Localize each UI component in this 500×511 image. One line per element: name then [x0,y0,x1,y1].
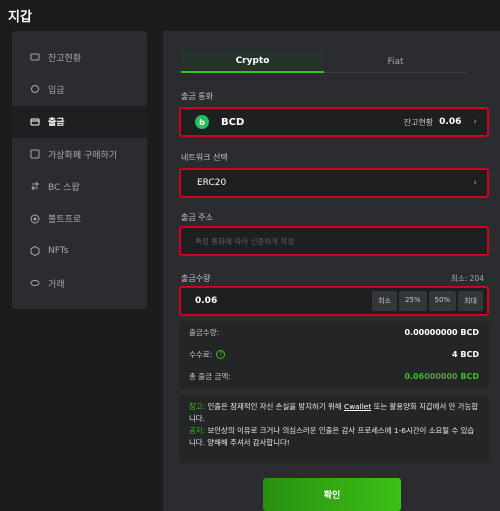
currency-label: 출금 통화 [181,92,213,101]
summary-total-value: 0.06000000 BCD [404,371,479,381]
network-value: ERC20 [197,178,227,188]
address-input[interactable]: 특정 통화에 따라 신중하게 작성 [179,226,489,256]
buy-crypto-icon [30,149,40,159]
sidebar-item-label: 볼트프로 [48,215,82,226]
deposit-icon [30,84,40,94]
withdraw-panel: Crypto Fiat 출금 통화 b BCD 잔고현황 0.06 › 네트워크… [163,31,500,511]
sidebar-item-withdraw[interactable]: 출금 [12,105,147,138]
sidebar-item-bc-swap[interactable]: BC 스왑 [12,170,147,202]
min-button[interactable]: 최소 [372,291,397,311]
sidebar-item-deposit[interactable]: 입금 [12,73,147,105]
address-placeholder: 특정 통화에 따라 신중하게 작성 [195,236,295,246]
confirm-button[interactable]: 확인 [263,478,401,511]
sidebar-item-vault-pro[interactable]: 볼트프로 [12,202,147,234]
bcd-coin-icon: b [195,115,209,129]
notice-reference: 참고: 인출은 잠재적인 자신 손실을 방지하기 위해 Cwallet 또는 활… [189,402,479,423]
sidebar-item-balance[interactable]: 잔고현황 [12,41,147,73]
network-select[interactable]: ERC20 › [179,168,489,198]
summary-amount-row: 출금수량: 0.00000000 BCD [179,321,489,343]
wallet-sidebar: 잔고현황 입금 출금 가상화폐 구매하기 BC 스왑 볼트프로 NFTs 거래 [12,31,147,309]
page-title: 지갑 [8,10,32,25]
25-percent-button[interactable]: 25% [398,291,427,311]
currency-type-tabs: Crypto Fiat [181,51,467,73]
sidebar-item-transactions[interactable]: 거래 [12,267,147,299]
sidebar-item-label: 가상화폐 구매하기 [48,150,118,161]
sidebar-item-nfts[interactable]: NFTs [12,235,147,267]
swap-icon [30,181,40,191]
summary-fee-label: 수수료: [189,349,213,359]
summary-total-row: 총 출금 금액: 0.06000000 BCD [179,365,489,387]
summary-fee-row: 수수료: ? 4 BCD [179,343,489,365]
withdraw-summary: 출금수량: 0.00000000 BCD 수수료: ? 4 BCD 총 출금 금… [179,321,489,389]
sidebar-item-label: BC 스왑 [48,182,80,193]
sidebar-item-label: NFTs [48,245,69,256]
balance-label: 잔고현황 [403,117,434,127]
tab-crypto[interactable]: Crypto [181,51,324,73]
sidebar-item-label: 출금 [48,118,65,129]
summary-amount-value: 0.00000000 BCD [404,327,479,337]
balance-value: 0.06 [439,117,462,127]
amount-preset-group: 최소 25% 50% 최대 [372,291,483,311]
amount-label: 출금수량 [181,274,211,283]
withdraw-icon [30,117,40,127]
chevron-right-icon: › [473,117,477,127]
withdraw-notice: 참고: 인출은 잠재적인 자신 손실을 방지하기 위해 Cwallet 또는 활… [179,395,489,463]
address-label: 출금 주소 [181,213,213,222]
max-button[interactable]: 최대 [458,291,483,311]
coin-name: BCD [221,116,245,128]
summary-amount-label: 출금수량: [189,327,220,337]
network-label: 네트워크 선택 [181,153,228,162]
tab-fiat[interactable]: Fiat [324,51,467,73]
help-icon[interactable]: ? [216,349,226,359]
sidebar-item-label: 입금 [48,85,65,96]
cwallet-link[interactable]: Cwallet [344,402,371,411]
sidebar-item-label: 잔고현황 [48,53,82,64]
summary-total-label: 총 출금 금액: [189,371,231,381]
transactions-icon [30,278,40,288]
50-percent-button[interactable]: 50% [428,291,457,311]
min-amount-note: 최소: 204 [450,274,484,283]
vault-icon [30,214,40,224]
nft-icon [30,245,40,256]
amount-value: 0.06 [195,296,218,306]
amount-input[interactable]: 0.06 최소 25% 50% 최대 [179,286,489,316]
summary-fee-value: 4 BCD [452,349,479,359]
chevron-right-icon: › [473,178,477,188]
notice-security: 공지: 보안상의 이유로 크거나 의심스러운 인출은 감사 프로세스에 1-6시… [189,426,475,447]
balance-icon [30,52,40,62]
sidebar-item-label: 거래 [48,279,65,290]
sidebar-item-buy-crypto[interactable]: 가상화폐 구매하기 [12,138,147,170]
currency-select[interactable]: b BCD 잔고현황 0.06 › [179,107,489,137]
